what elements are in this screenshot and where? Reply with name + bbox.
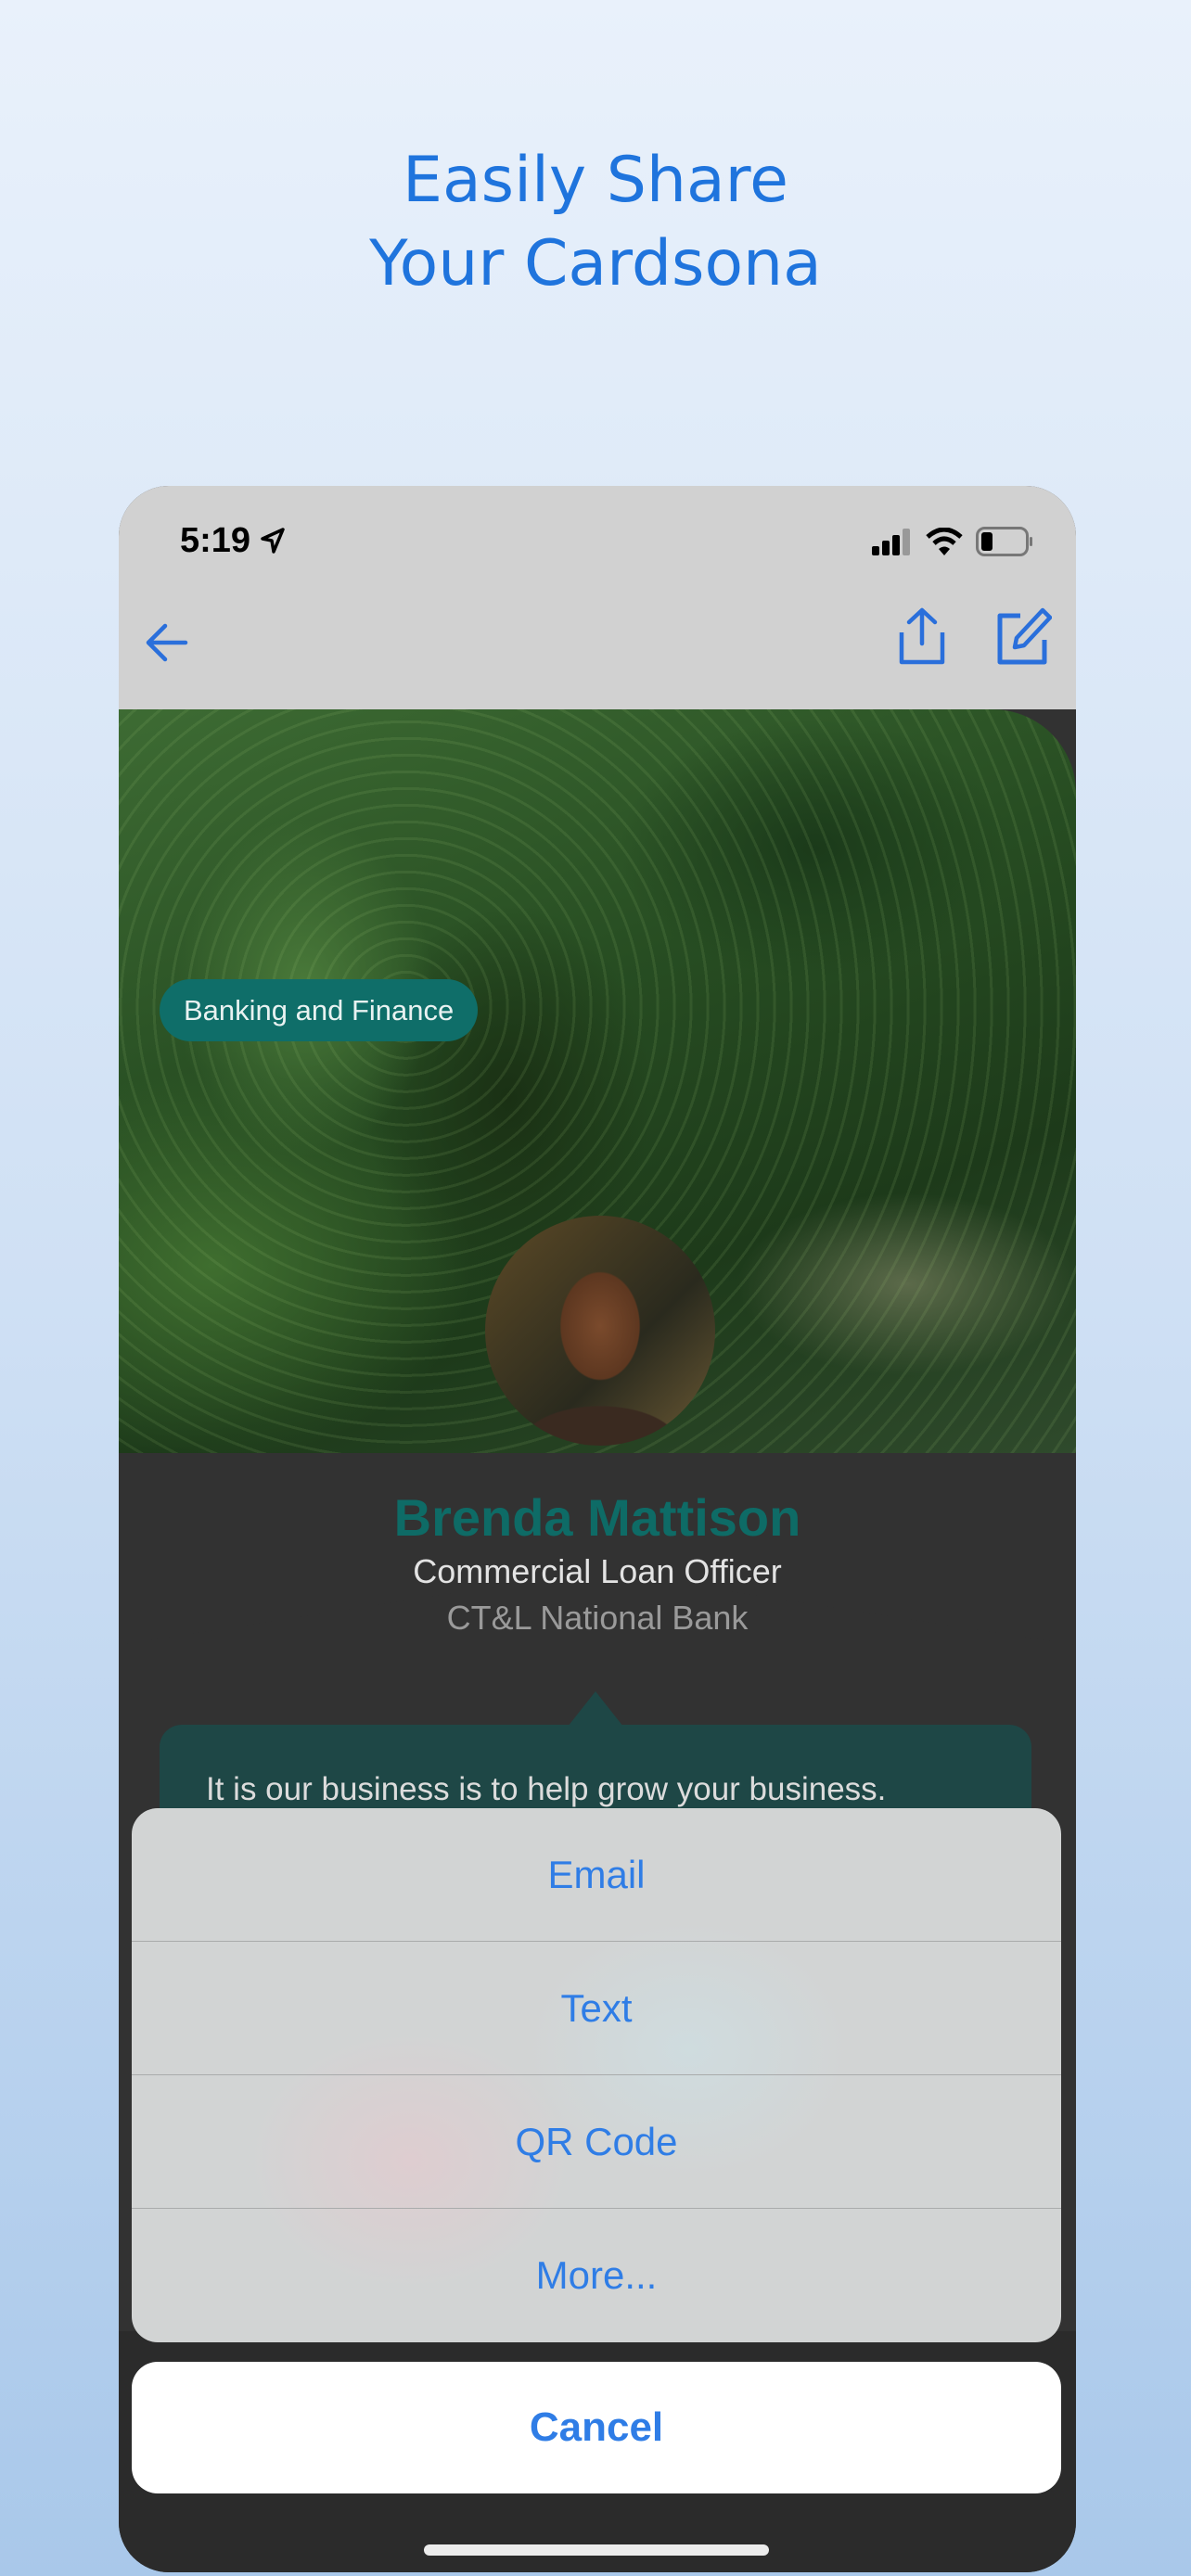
job-title: Commercial Loan Officer	[413, 1552, 782, 1590]
location-arrow-icon	[260, 528, 285, 554]
top-bar: 5:19	[119, 486, 1076, 709]
signal-icon	[872, 529, 910, 555]
phone-screen: 5:19 Banking and Finance Brenda Mattison…	[119, 486, 1076, 2572]
status-time: 5:19	[180, 521, 285, 561]
headline-line-2: Your Cardsona	[369, 227, 822, 300]
back-arrow-icon[interactable]	[145, 620, 189, 665]
bio-bubble-tip	[568, 1691, 623, 1727]
edit-icon[interactable]	[996, 606, 1052, 666]
share-qr-code-option[interactable]: QR Code	[132, 2075, 1061, 2209]
share-text-option[interactable]: Text	[132, 1942, 1061, 2075]
company-name: CT&L National Bank	[446, 1599, 749, 1637]
headline-line-1: Easily Share	[403, 144, 788, 217]
share-action-sheet: Email Text QR Code More...	[132, 1808, 1061, 2342]
status-icons	[872, 527, 1033, 556]
battery-icon	[976, 527, 1032, 556]
bio-text: It is our business is to help grow your …	[206, 1771, 887, 1807]
cancel-button[interactable]: Cancel	[132, 2362, 1061, 2493]
contact-name: Brenda Mattison	[393, 1488, 801, 1547]
avatar	[485, 1216, 715, 1446]
share-email-option[interactable]: Email	[132, 1808, 1061, 1942]
wifi-icon	[926, 528, 963, 555]
share-more-option[interactable]: More...	[132, 2209, 1061, 2342]
time-text: 5:19	[180, 521, 251, 560]
home-indicator[interactable]	[424, 2544, 769, 2556]
headline: Easily Share Your Cardsona	[0, 139, 1191, 306]
category-badge: Banking and Finance	[160, 979, 479, 1041]
share-icon[interactable]	[896, 606, 948, 666]
